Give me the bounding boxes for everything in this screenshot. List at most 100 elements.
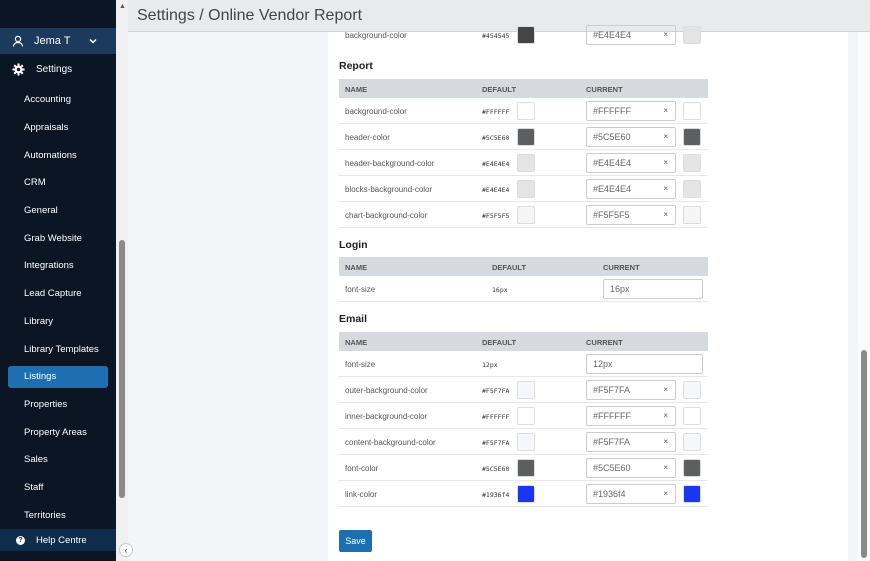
- sidebar-item-integrations[interactable]: Integrations: [0, 252, 116, 280]
- current-color-swatch[interactable]: [683, 407, 701, 425]
- sidebar-item-listings[interactable]: Listings: [8, 365, 108, 388]
- current-color-input[interactable]: #FFFFFF ×: [586, 406, 676, 426]
- email-font-size-input[interactable]: 12px: [586, 354, 703, 374]
- sidebar-item-property-areas[interactable]: Property Areas: [0, 418, 116, 446]
- sidebar-item-properties[interactable]: Properties: [0, 391, 116, 419]
- clear-icon[interactable]: ×: [663, 30, 668, 39]
- clear-icon[interactable]: ×: [663, 489, 668, 498]
- sidebar-settings[interactable]: Settings: [0, 58, 116, 80]
- sidebar-item-library-templates[interactable]: Library Templates: [0, 335, 116, 363]
- main-scrollbar[interactable]: [858, 32, 870, 561]
- sidebar-item-crm[interactable]: CRM: [0, 169, 116, 197]
- help-label: Help Centre: [36, 534, 87, 546]
- table-header: NAME DEFAULT CURRENT: [339, 79, 708, 98]
- sidebar-item-general[interactable]: General: [0, 197, 116, 225]
- sidebar-scrollbar[interactable]: ▲: [116, 0, 128, 561]
- current-color-input[interactable]: #5C5E60 ×: [586, 127, 676, 147]
- clear-icon[interactable]: ×: [663, 463, 668, 472]
- row-name: content-background-color: [345, 438, 436, 447]
- sidebar-item-territories[interactable]: Territories: [0, 501, 116, 529]
- default-color-swatch: [517, 26, 535, 44]
- row-name: blocks-background-color: [345, 185, 433, 194]
- sidebar-scroll-thumb[interactable]: [119, 240, 125, 498]
- settings-panel: background-color #454545 #E4E4E4 × Report…: [328, 25, 848, 561]
- table-row: font-color #5C5E60 #5C5E60 ×: [339, 455, 708, 481]
- table-row: background-color #454545 #E4E4E4 ×: [339, 24, 708, 48]
- current-color-swatch[interactable]: [683, 381, 701, 399]
- current-color-input[interactable]: #1936f4 ×: [586, 484, 676, 504]
- current-color-input[interactable]: #FFFFFF ×: [586, 101, 676, 121]
- current-color-swatch[interactable]: [683, 459, 701, 477]
- row-default: #454545: [482, 32, 510, 40]
- table-row: font-size 16px 16px: [339, 276, 708, 302]
- section-title-report: Report: [339, 60, 373, 72]
- table-row: link-color #1936f4 #1936f4 ×: [339, 481, 708, 507]
- row-default: #E4E4E4: [482, 160, 510, 168]
- table-row: outer-background-color #F5F7FA #F5F7FA ×: [339, 377, 708, 403]
- sidebar-item-appraisals[interactable]: Appraisals: [0, 114, 116, 142]
- table-row: content-background-color #F5F7FA #F5F7FA…: [339, 429, 708, 455]
- sidebar-item-grab-website[interactable]: Grab Website: [0, 224, 116, 252]
- current-color-swatch[interactable]: [683, 485, 701, 503]
- current-color-input[interactable]: #F5F7FA ×: [586, 380, 676, 400]
- settings-nav: Accounting Appraisals Automations CRM Ge…: [0, 86, 116, 529]
- row-name: background-color: [345, 107, 407, 116]
- clear-icon[interactable]: ×: [663, 132, 668, 141]
- clear-icon[interactable]: ×: [663, 385, 668, 394]
- row-default: #F5F5F5: [482, 212, 510, 220]
- chevron-left-icon: ‹: [124, 545, 128, 555]
- row-name: font-size: [345, 285, 376, 294]
- sidebar-item-lead-capture[interactable]: Lead Capture: [0, 280, 116, 308]
- sidebar-item-accounting[interactable]: Accounting: [0, 86, 116, 114]
- current-color-input[interactable]: #E4E4E4 ×: [586, 153, 676, 173]
- current-color-input[interactable]: #E4E4E4 ×: [586, 25, 676, 45]
- row-default: 16px: [492, 286, 508, 294]
- current-color-swatch[interactable]: [683, 433, 701, 451]
- row-default: #E4E4E4: [482, 186, 510, 194]
- row-default: #FFFFFF: [482, 413, 510, 421]
- sidebar-item-staff[interactable]: Staff: [0, 474, 116, 502]
- clear-icon[interactable]: ×: [663, 184, 668, 193]
- chevron-down-icon[interactable]: [88, 36, 98, 46]
- sidebar-item-sales[interactable]: Sales: [0, 446, 116, 474]
- scroll-up-icon[interactable]: ▲: [119, 3, 126, 10]
- row-name: background-color: [345, 31, 407, 40]
- gear-icon: [12, 62, 25, 76]
- default-color-swatch: [517, 206, 535, 224]
- sidebar-item-automations[interactable]: Automations: [0, 141, 116, 169]
- clear-icon[interactable]: ×: [663, 210, 668, 219]
- current-color-swatch[interactable]: [683, 128, 701, 146]
- main-scroll-thumb[interactable]: [861, 350, 867, 558]
- current-color-input[interactable]: #5C5E60 ×: [586, 458, 676, 478]
- current-color-swatch[interactable]: [683, 180, 701, 198]
- login-font-size-input[interactable]: 16px: [603, 279, 703, 299]
- user-name: Jema T: [34, 35, 71, 47]
- table-row: header-background-color #E4E4E4 #E4E4E4 ×: [339, 150, 708, 176]
- sidebar-item-library[interactable]: Library: [0, 308, 116, 336]
- current-color-swatch[interactable]: [683, 26, 701, 44]
- row-name: chart-background-color: [345, 211, 428, 220]
- current-color-swatch[interactable]: [683, 154, 701, 172]
- section-title-login: Login: [339, 239, 368, 251]
- user-menu[interactable]: Jema T: [0, 28, 116, 54]
- row-name: header-background-color: [345, 159, 435, 168]
- table-row: blocks-background-color #E4E4E4 #E4E4E4 ×: [339, 176, 708, 202]
- row-default: #5C5E60: [482, 465, 510, 473]
- clear-icon[interactable]: ×: [663, 106, 668, 115]
- current-color-input[interactable]: #F5F7FA ×: [586, 432, 676, 452]
- default-color-swatch: [517, 459, 535, 477]
- collapse-sidebar-button[interactable]: ‹: [119, 543, 133, 557]
- current-color-swatch[interactable]: [683, 102, 701, 120]
- current-color-input[interactable]: #E4E4E4 ×: [586, 179, 676, 199]
- default-color-swatch: [517, 381, 535, 399]
- clear-icon[interactable]: ×: [663, 158, 668, 167]
- default-color-swatch: [517, 433, 535, 451]
- save-button[interactable]: Save: [339, 530, 372, 552]
- current-color-swatch[interactable]: [683, 206, 701, 224]
- row-name: outer-background-color: [345, 386, 428, 395]
- help-centre-link[interactable]: ? Help Centre: [0, 529, 116, 551]
- clear-icon[interactable]: ×: [663, 437, 668, 446]
- current-color-input[interactable]: #F5F5F5 ×: [586, 205, 676, 225]
- sidebar: Jema T Settings Accounting Appraisals Au…: [0, 0, 116, 561]
- clear-icon[interactable]: ×: [663, 411, 668, 420]
